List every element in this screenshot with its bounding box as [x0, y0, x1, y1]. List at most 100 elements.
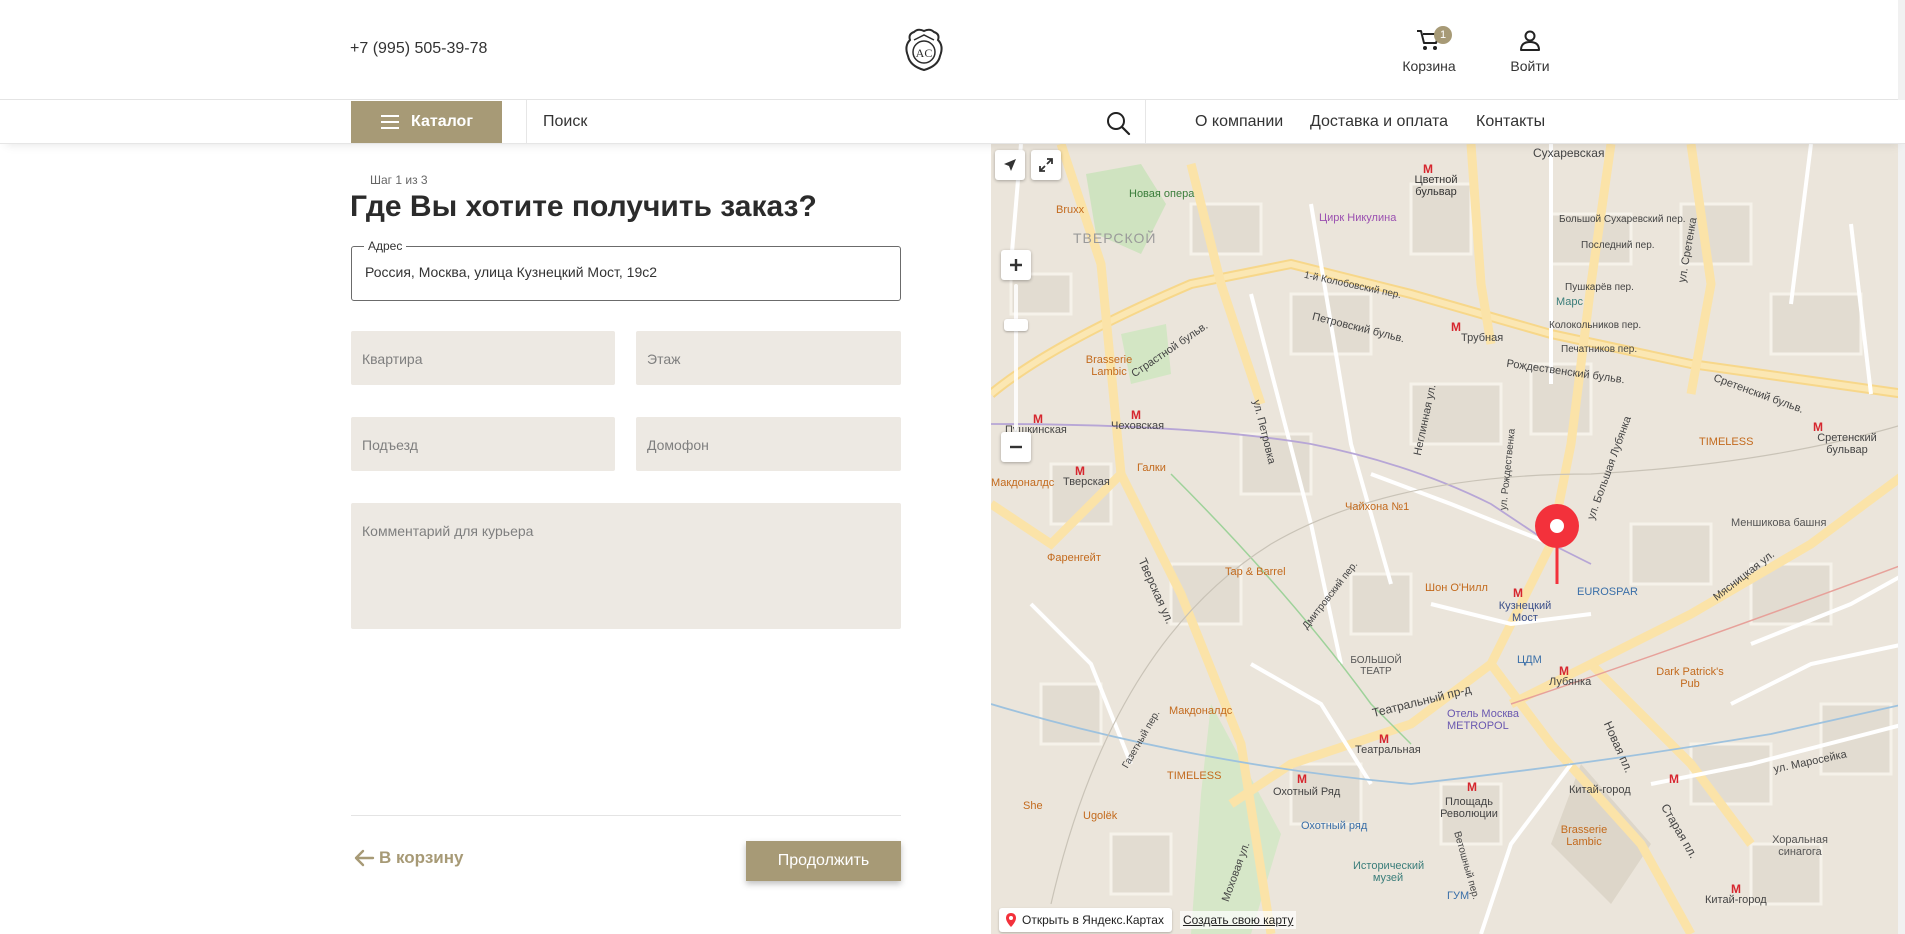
- map-label-okhotny-tc: Охотный ряд: [1301, 820, 1368, 832]
- map-label-okhotny-ryad: Охотный Ряд: [1273, 786, 1341, 798]
- cart-button[interactable]: 1 Корзина: [1400, 26, 1458, 74]
- metro-icon: M: [1467, 780, 1477, 794]
- expand-icon: [1039, 158, 1053, 172]
- open-ymaps-label: Открыть в Яндекс.Картах: [1022, 913, 1164, 927]
- map-label-eurospar: EUROSPAR: [1577, 586, 1638, 598]
- metro-icon: M: [1451, 320, 1461, 334]
- metro-icon: M: [1297, 772, 1307, 786]
- map-label-tsvetnoy: Цветной бульвар: [1414, 174, 1458, 198]
- logo-text: AC: [916, 46, 933, 60]
- minus-icon: [1010, 445, 1022, 449]
- zoom-track[interactable]: [1014, 284, 1018, 440]
- map-label-khoralnaya: Хоральная синагога: [1772, 834, 1828, 858]
- metro-icon: M: [1075, 464, 1085, 478]
- geolocate-button[interactable]: [995, 150, 1025, 180]
- address-label: Адрес: [364, 239, 407, 253]
- search-icon[interactable]: [1105, 110, 1131, 136]
- map-label-gum: ГУМ: [1447, 890, 1470, 902]
- step-indicator: Шаг 1 из 3: [370, 173, 428, 187]
- back-to-cart-link[interactable]: В корзину: [353, 848, 463, 868]
- nav-link-contacts[interactable]: Контакты: [1476, 113, 1545, 131]
- map-label-trubnaya: Трубная: [1461, 332, 1504, 344]
- plus-icon: [1010, 259, 1022, 271]
- checkout-page: +7 (995) 505-39-78 AC 1 Корзина Войти Ка…: [0, 0, 1905, 934]
- map-label-novaya-opera: Новая опера: [1129, 188, 1195, 200]
- map-label-istorichesky: Исторический музей: [1353, 860, 1425, 884]
- zoom-slider-handle[interactable]: [1004, 319, 1028, 331]
- map-label-brasserie-lambic-2: Brasserie Lambic: [1560, 824, 1608, 848]
- map-label-kitay-gorod: Китай-город: [1569, 784, 1631, 796]
- address-field[interactable]: Адрес Россия, Москва, улица Кузнецкий Мо…: [351, 239, 901, 301]
- map-label-timeless-2: TIMELESS: [1167, 770, 1222, 782]
- map-label-kuznetsky-most: Кузнецкий Мост: [1498, 600, 1552, 624]
- map-label-brasserie-lambic: Brasserie Lambic: [1085, 354, 1133, 378]
- map-label-metropol: Отель Москва METROPOL: [1447, 708, 1519, 732]
- map-label-galki: Галки: [1137, 462, 1166, 474]
- create-map-link[interactable]: Создать свою карту: [1179, 911, 1297, 929]
- map-label-timeless: TIMELESS: [1699, 436, 1754, 448]
- map-label-she: She: [1023, 800, 1043, 812]
- back-label: В корзину: [379, 848, 464, 867]
- search-bar: [526, 100, 1146, 144]
- map-label-makdonalds: Макдоналдс: [991, 477, 1055, 489]
- menu-icon: [381, 115, 399, 129]
- location-arrow-icon: [1004, 159, 1016, 171]
- login-button[interactable]: Войти: [1506, 28, 1554, 74]
- cart-icon: 1: [1416, 26, 1452, 52]
- intercom-field[interactable]: Домофон: [636, 417, 901, 471]
- map-label-mars: Марс: [1556, 296, 1584, 308]
- map-label-tap-barrel: Tap & Barrel: [1225, 566, 1286, 578]
- search-input[interactable]: [543, 108, 1083, 136]
- courier-comment-field[interactable]: Комментарий для курьера: [351, 503, 901, 629]
- user-icon: [1518, 28, 1542, 52]
- delivery-map[interactable]: Сухаревская Цветной бульвар Новая опера …: [991, 144, 1905, 934]
- map-label-bruxx: Bruxx: [1056, 204, 1085, 216]
- page-title: Где Вы хотите получить заказ?: [350, 190, 817, 223]
- address-value[interactable]: Россия, Москва, улица Кузнецкий Мост, 19…: [365, 264, 657, 280]
- entrance-field[interactable]: Подъезд: [351, 417, 615, 471]
- map-label-pushkarev: Пушкарёв пер.: [1565, 282, 1634, 293]
- map-label-tverskaya-metro: Тверская: [1063, 476, 1110, 488]
- continue-button[interactable]: Продолжить: [746, 841, 901, 881]
- map-label-b-sukharevsky: Большой Сухаревский пер.: [1559, 214, 1686, 225]
- zoom-in-button[interactable]: [1001, 250, 1031, 280]
- map-label-sretensky-metro: Сретенский бульвар: [1817, 432, 1877, 456]
- metro-icon: M: [1423, 162, 1433, 176]
- phone-number[interactable]: +7 (995) 505-39-78: [350, 40, 487, 58]
- map-pin-icon: [1006, 913, 1016, 927]
- logo-icon: AC: [905, 28, 943, 72]
- map-label-shon: Шон О'Нилл: [1425, 582, 1488, 594]
- metro-icon: M: [1379, 732, 1389, 746]
- floor-field[interactable]: Этаж: [636, 331, 901, 385]
- nav-link-about[interactable]: О компании: [1195, 113, 1283, 131]
- apartment-field[interactable]: Квартира: [351, 331, 615, 385]
- login-label: Войти: [1510, 58, 1550, 74]
- cart-count-badge: 1: [1434, 26, 1452, 44]
- arrow-left-icon: [354, 849, 375, 867]
- map-label-posledny: Последний пер.: [1581, 240, 1655, 251]
- map-label-sukharevskaya: Сухаревская: [1533, 146, 1605, 160]
- catalog-button[interactable]: Каталог: [351, 101, 502, 143]
- fullscreen-button[interactable]: [1031, 150, 1061, 180]
- map-footer: Открыть в Яндекс.Картах Создать свою кар…: [999, 908, 1297, 932]
- map-label-tsdm: ЦДМ: [1517, 654, 1542, 666]
- main-nav: Каталог О компании Доставка и оплата Кон…: [0, 100, 1905, 144]
- map-label-pechatnikov: Печатников пер.: [1561, 344, 1638, 355]
- map-label-lubyanka: Лубянка: [1549, 676, 1592, 688]
- metro-icon: M: [1559, 664, 1569, 678]
- metro-icon: M: [1513, 586, 1523, 600]
- cart-label: Корзина: [1402, 58, 1456, 74]
- location-pin-icon: [1533, 504, 1581, 586]
- site-logo[interactable]: AC: [900, 26, 948, 74]
- metro-icon: M: [1033, 412, 1043, 426]
- form-divider: [351, 815, 901, 816]
- map-label-menshikova: Меншикова башня: [1731, 517, 1827, 529]
- metro-icon: M: [1813, 420, 1823, 434]
- open-in-yandex-maps[interactable]: Открыть в Яндекс.Картах: [999, 908, 1172, 932]
- zoom-out-button[interactable]: [1001, 432, 1031, 462]
- nav-link-delivery[interactable]: Доставка и оплата: [1310, 113, 1448, 131]
- site-header: +7 (995) 505-39-78 AC 1 Корзина Войти: [0, 0, 1905, 100]
- metro-icon: M: [1669, 772, 1679, 786]
- map-label-kolokolnikov: Колокольников пер.: [1549, 320, 1642, 331]
- metro-icon: M: [1131, 408, 1141, 422]
